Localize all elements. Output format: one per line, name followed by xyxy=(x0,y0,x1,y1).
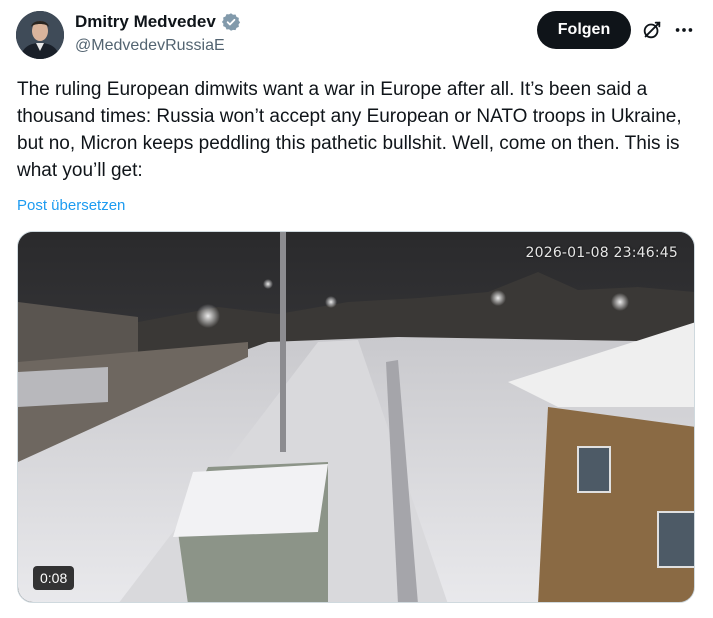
follow-button[interactable]: Folgen xyxy=(537,11,631,49)
author-handle[interactable]: @MedvedevRussiaE xyxy=(75,37,225,55)
display-name[interactable]: Dmitry Medvedev xyxy=(75,12,216,32)
verified-badge-icon xyxy=(221,12,241,32)
video-duration-badge: 0:08 xyxy=(33,566,75,590)
video-frame xyxy=(18,232,694,602)
avatar[interactable] xyxy=(16,11,64,59)
more-icon[interactable] xyxy=(673,19,695,41)
tweet-text: The ruling European dimwits want a war i… xyxy=(17,79,682,181)
author-name-row: Dmitry Medvedev xyxy=(75,12,241,32)
camera-timestamp: 2026-01-08 23:46:45 xyxy=(525,245,678,261)
video-player[interactable]: 2026-01-08 23:46:45 0:08 xyxy=(17,231,695,603)
tweet-card: Dmitry Medvedev @MedvedevRussiaE Folgen … xyxy=(0,0,713,618)
grok-icon[interactable] xyxy=(641,19,663,41)
translate-link[interactable]: Post übersetzen xyxy=(17,197,125,214)
avatar-image xyxy=(16,11,64,59)
